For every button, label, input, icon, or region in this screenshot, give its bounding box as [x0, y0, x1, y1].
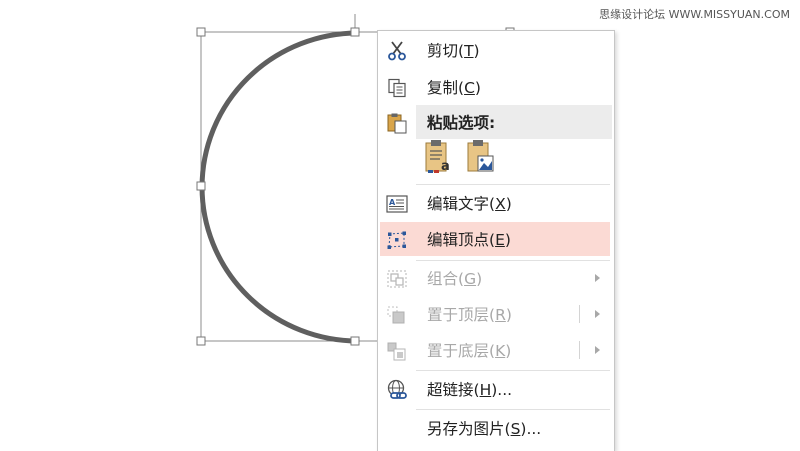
- resize-handle-bottom-left[interactable]: [196, 336, 206, 346]
- menu-item-bring-to-front[interactable]: 置于顶层(R): [378, 297, 614, 331]
- resize-handle-middle-left[interactable]: [196, 181, 206, 191]
- menu-item-cut-label: 剪切(T): [427, 42, 480, 60]
- edit-text-icon: A: [386, 193, 408, 215]
- menu-item-copy-label: 复制(C): [427, 79, 481, 97]
- context-menu: 剪切(T) 复制(C) 粘贴选项: a A 编辑文字(X) 编辑顶点(E) 组合…: [377, 30, 615, 451]
- menu-item-send-to-back-label: 置于底层(K): [427, 342, 512, 360]
- split-separator: [579, 305, 580, 323]
- paste-options-label: 粘贴选项:: [427, 114, 496, 132]
- split-separator: [579, 341, 580, 359]
- edit-points-icon: [386, 229, 408, 251]
- submenu-arrow-icon[interactable]: [595, 346, 600, 354]
- resize-handle-top-left[interactable]: [196, 27, 206, 37]
- menu-item-edit-points[interactable]: 编辑顶点(E): [380, 222, 610, 256]
- group-icon: [386, 268, 408, 290]
- paste-as-picture-icon[interactable]: [466, 139, 496, 175]
- menu-item-send-to-back[interactable]: 置于底层(K): [378, 333, 614, 367]
- menu-separator: [416, 370, 610, 371]
- menu-separator: [416, 409, 610, 410]
- menu-item-copy[interactable]: 复制(C): [378, 70, 614, 104]
- scissors-icon: [386, 40, 408, 62]
- send-to-back-icon: [386, 340, 408, 362]
- menu-item-cut[interactable]: 剪切(T): [378, 33, 614, 67]
- menu-item-edit-points-label: 编辑顶点(E): [427, 231, 511, 249]
- paste-options-header: 粘贴选项:: [387, 105, 612, 139]
- paste-options-row: a: [424, 139, 496, 175]
- submenu-arrow-icon[interactable]: [595, 310, 600, 318]
- resize-handle-bottom-middle[interactable]: [350, 336, 360, 346]
- bring-to-front-icon: [386, 304, 408, 326]
- svg-text:a: a: [441, 159, 450, 174]
- submenu-arrow-icon: [595, 274, 600, 282]
- menu-item-edit-text-label: 编辑文字(X): [427, 195, 512, 213]
- menu-item-group[interactable]: 组合(G): [378, 261, 614, 295]
- menu-separator: [416, 184, 610, 185]
- menu-item-hyperlink[interactable]: 超链接(H)...: [378, 372, 614, 406]
- menu-item-group-label: 组合(G): [427, 270, 483, 288]
- menu-item-hyperlink-label: 超链接(H)...: [427, 381, 513, 399]
- resize-handle-top-middle[interactable]: [350, 27, 360, 37]
- menu-item-edit-text[interactable]: A 编辑文字(X): [378, 186, 614, 220]
- paste-icon: [386, 112, 408, 134]
- menu-item-save-as-picture-label: 另存为图片(S)...: [427, 420, 542, 438]
- menu-item-save-as-picture[interactable]: 另存为图片(S)...: [378, 411, 614, 445]
- copy-icon: [386, 77, 408, 99]
- menu-item-bring-to-front-label: 置于顶层(R): [427, 306, 512, 324]
- arc-shape[interactable]: [199, 30, 359, 344]
- hyperlink-icon: [386, 379, 408, 401]
- paste-keep-text-icon[interactable]: a: [424, 139, 454, 175]
- svg-text:A: A: [389, 198, 396, 207]
